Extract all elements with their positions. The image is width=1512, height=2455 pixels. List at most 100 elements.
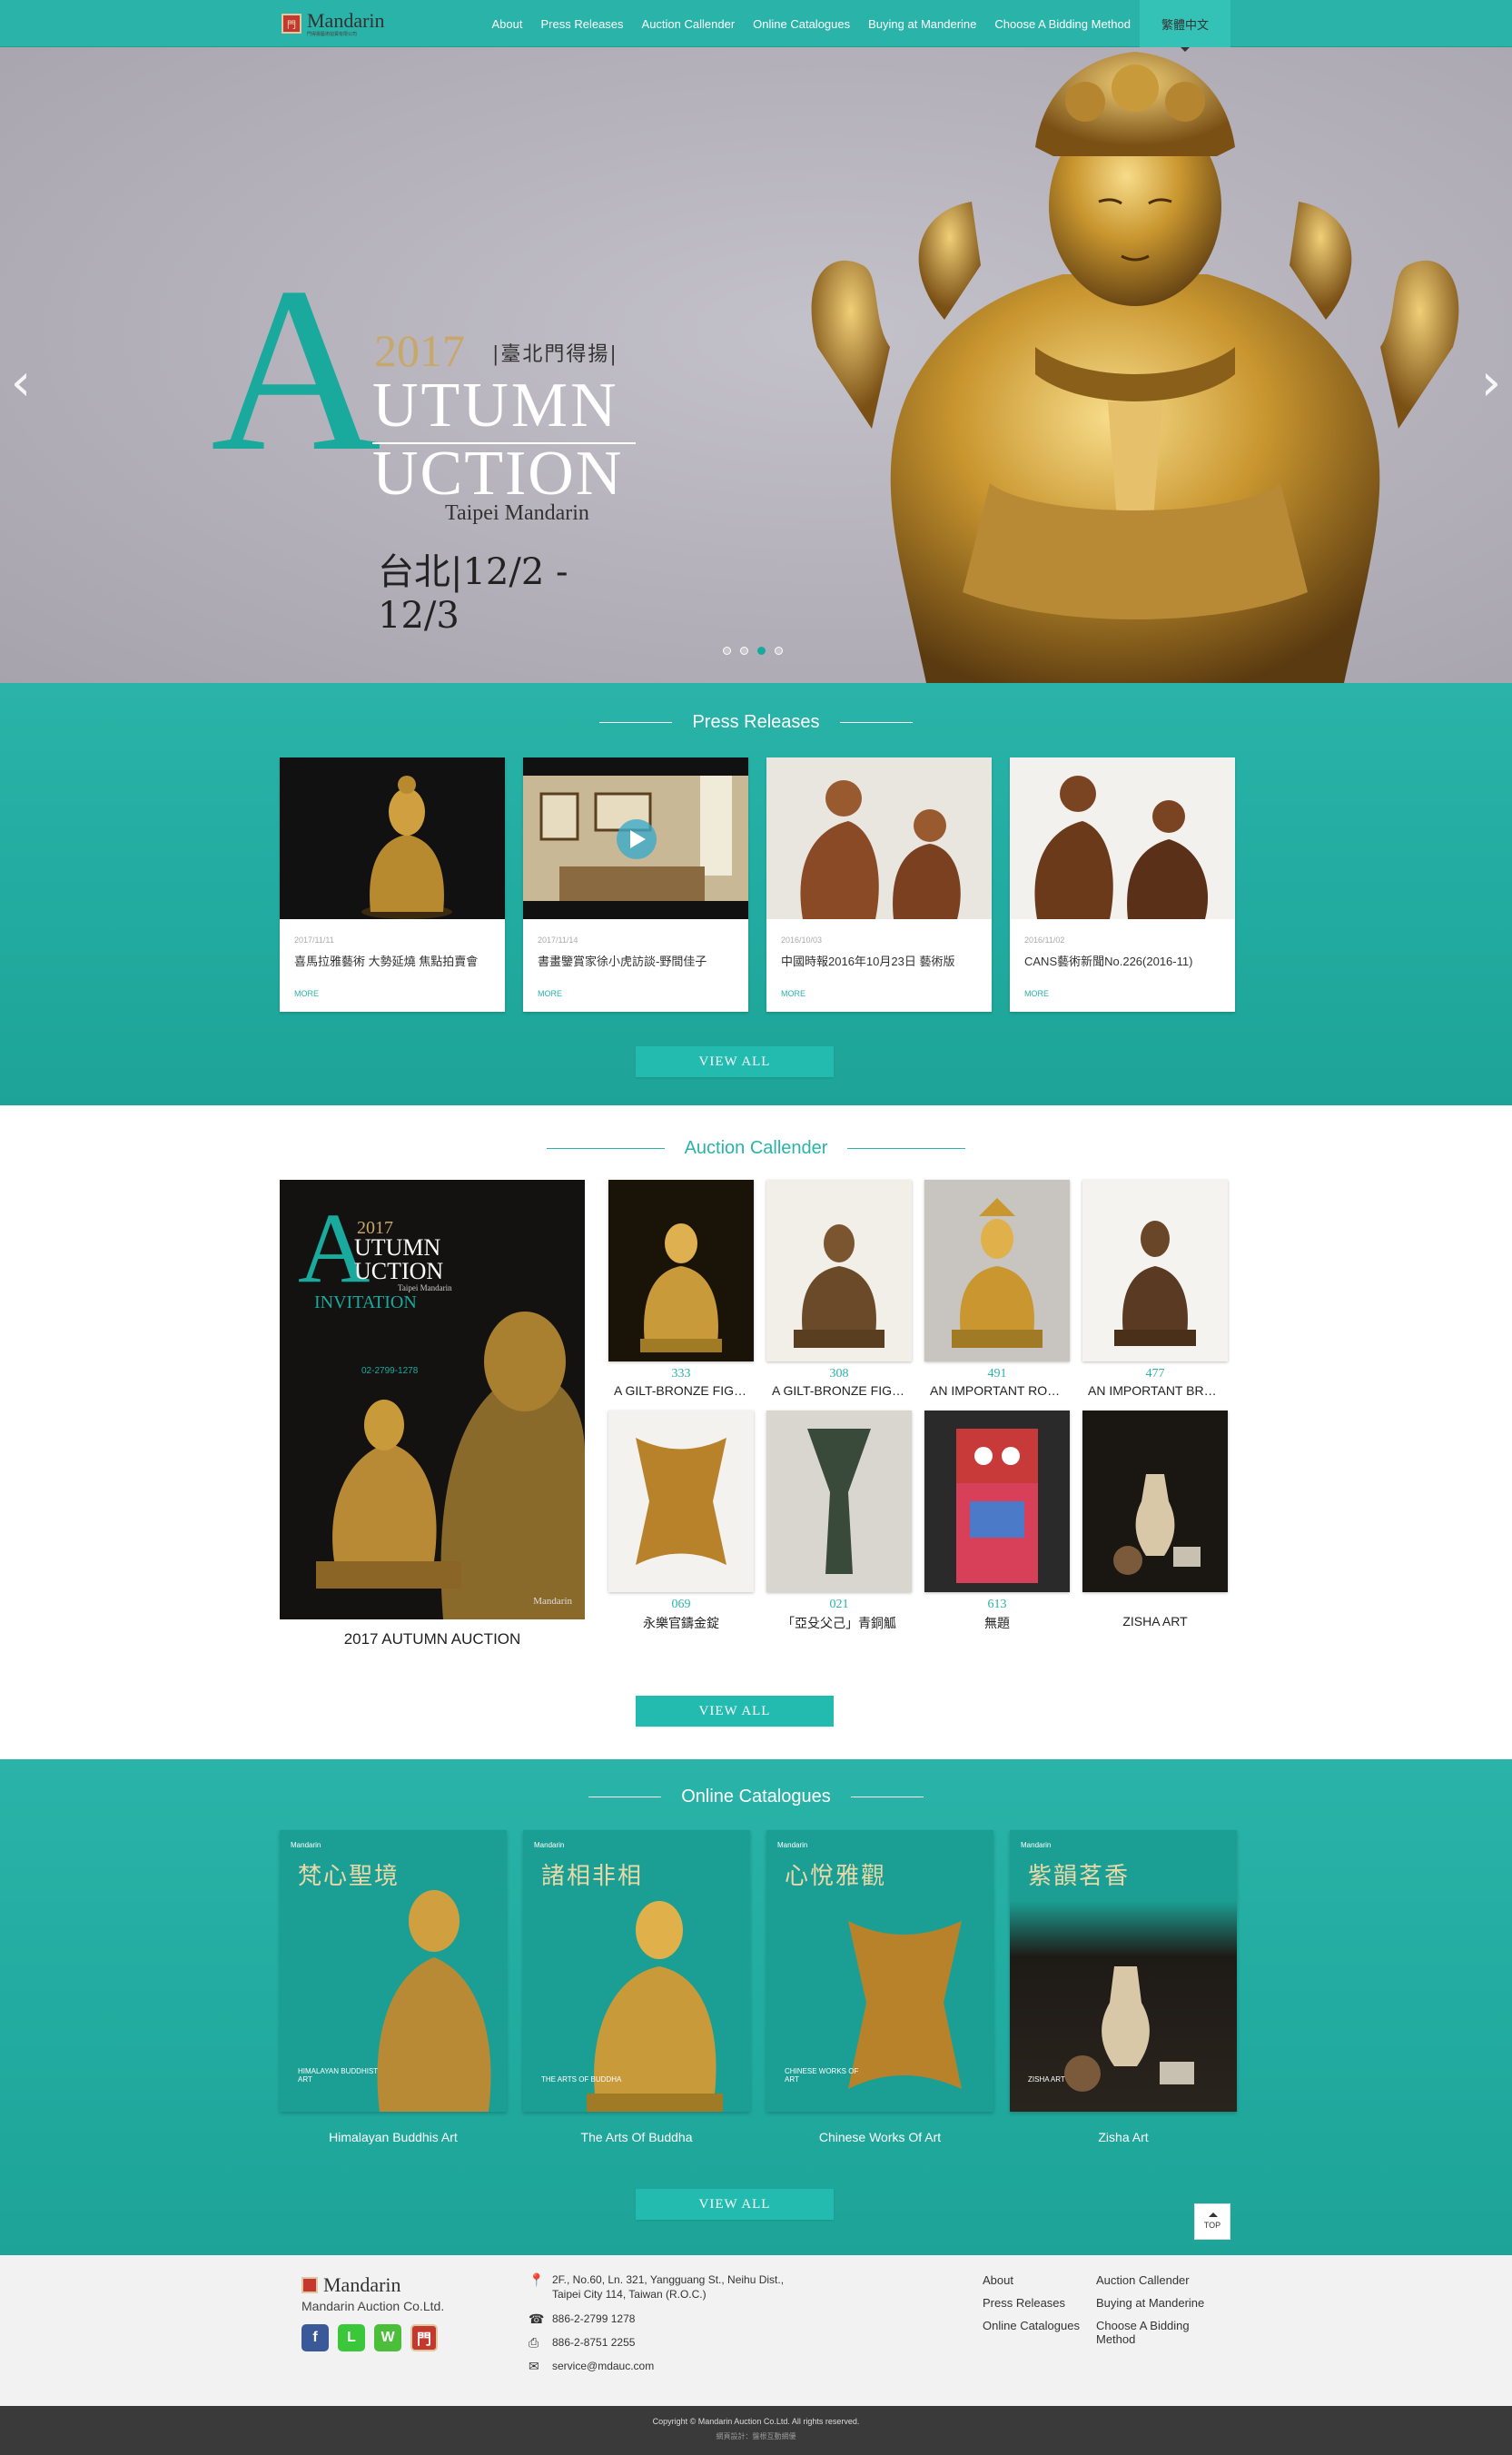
press-card[interactable]: 2016/10/03 中國時報2016年10月23日 藝術版 MORE — [766, 757, 992, 1012]
lot-number: 491 — [987, 1367, 1007, 1381]
lot-image — [924, 1411, 1070, 1592]
press-title: Press Releases — [692, 712, 820, 732]
press-date: 2016/10/03 — [781, 935, 823, 945]
press-view-all-button[interactable]: VIEW ALL — [636, 1046, 834, 1077]
lot-number: 021 — [829, 1598, 849, 1611]
footer-menu: About Auction Callender Press Releases B… — [983, 2273, 1210, 2346]
nav-auction-callender[interactable]: Auction Callender — [633, 17, 745, 31]
nav-online-catalogues[interactable]: Online Catalogues — [744, 17, 859, 31]
footer-link-auction-callender[interactable]: Auction Callender — [1096, 2273, 1210, 2287]
hero-zh-title: |臺北門得揚| — [492, 343, 618, 366]
nav-bidding-method[interactable]: Choose A Bidding Method — [985, 17, 1140, 31]
lot-item[interactable]: 308 A GILT-BRONZE FIGURE OF — [766, 1180, 912, 1398]
hero-slider[interactable]: ‹ › A 2017 |臺北門得揚| UTUMN UCTION Taipei M… — [0, 47, 1512, 683]
catalogue-caption[interactable]: Chinese Works Of Art — [766, 2130, 993, 2144]
catalogue-item[interactable]: Mandarin 諸相非相 THE ARTS OF BUDDHA The Art… — [523, 1830, 750, 2144]
catalogue-item[interactable]: Mandarin 梵心聖境 HIMALAYAN BUDDHIST ART Him… — [280, 1830, 507, 2144]
more-link[interactable]: MORE — [538, 989, 734, 998]
social-links: f L W 門 — [301, 2324, 444, 2351]
lot-item[interactable]: 333 A GILT-BRONZE FIGURE OF — [608, 1180, 754, 1398]
back-to-top-button[interactable]: TOP — [1194, 2203, 1230, 2240]
slider-dot[interactable] — [775, 647, 783, 655]
cover-title: 心悅雅觀 — [785, 1863, 887, 1890]
catalogues-view-all-button[interactable]: VIEW ALL — [636, 2189, 834, 2220]
facebook-icon[interactable]: f — [301, 2324, 329, 2351]
press-card[interactable]: 2017/11/11 喜馬拉雅藝術 大勢延燒 焦點拍賣會 MORE — [280, 757, 505, 1012]
line-icon[interactable]: L — [338, 2324, 365, 2351]
hero-date: 台北|12/2 - 12/3 — [378, 551, 568, 637]
catalogue-item[interactable]: Mandarin 紫韻茗香 ZISHA ART Zisha Art — [1010, 1830, 1237, 2144]
cover-brand: Mandarin — [777, 1841, 808, 1849]
online-catalogues-section: Online Catalogues Mandarin 梵心聖境 HIMALAYA… — [0, 1759, 1512, 2255]
poster-caption[interactable]: 2017 AUTUMN AUCTION — [280, 1630, 585, 1648]
footer-link-about[interactable]: About — [983, 2273, 1096, 2287]
catalogue-cover: Mandarin 諸相非相 THE ARTS OF BUDDHA — [523, 1830, 750, 2112]
nav-press-releases[interactable]: Press Releases — [531, 17, 632, 31]
lot-item[interactable]: 069 永樂官鑄金錠 — [608, 1411, 754, 1632]
cover-title: 梵心聖境 — [298, 1863, 400, 1890]
lot-grid: 333 A GILT-BRONZE FIGURE OF 308 A GILT-B… — [608, 1180, 1228, 1632]
more-link[interactable]: MORE — [1024, 989, 1220, 998]
footer-link-buying[interactable]: Buying at Manderine — [1096, 2296, 1210, 2310]
cover-title: 紫韻茗香 — [1028, 1863, 1131, 1890]
lot-item[interactable]: 613 無題 — [924, 1411, 1070, 1632]
lot-number: 613 — [987, 1598, 1007, 1611]
catalogue-item[interactable]: Mandarin 心悅雅觀 CHINESE WORKS OF ART Chine… — [766, 1830, 993, 2144]
slider-dot-active[interactable] — [757, 647, 766, 655]
mail-icon: ✉ — [529, 2359, 539, 2374]
lot-number: 069 — [671, 1598, 691, 1611]
cover-subtitle: CHINESE WORKS OF ART — [785, 2066, 859, 2084]
lot-item[interactable]: 021 「亞殳父己」青銅觚 — [766, 1411, 912, 1632]
catalogue-caption[interactable]: Himalayan Buddhis Art — [280, 2130, 507, 2144]
nav-about[interactable]: About — [483, 17, 532, 31]
catalogue-cover: Mandarin 梵心聖境 HIMALAYAN BUDDHIST ART — [280, 1830, 507, 2112]
calendar-view-all-button[interactable]: VIEW ALL — [636, 1696, 834, 1727]
lot-image — [766, 1411, 912, 1592]
slider-dot[interactable] — [723, 647, 731, 655]
more-link[interactable]: MORE — [781, 989, 977, 998]
press-date: 2017/11/14 — [538, 935, 578, 945]
footer-link-press[interactable]: Press Releases — [983, 2296, 1096, 2310]
footer-tel: 886-2-2799 1278 — [552, 2312, 636, 2326]
hero-prev-arrow[interactable]: ‹ — [7, 356, 35, 411]
catalogue-caption[interactable]: Zisha Art — [1010, 2130, 1237, 2144]
press-photo — [523, 757, 748, 919]
nav-buying[interactable]: Buying at Manderine — [859, 17, 985, 31]
footer-brand: Mandarin — [323, 2273, 401, 2296]
catalogue-caption[interactable]: The Arts Of Buddha — [523, 2130, 750, 2144]
section-heading: Online Catalogues — [0, 1787, 1512, 1807]
lot-item[interactable]: ZISHA ART — [1082, 1411, 1228, 1632]
wechat-icon[interactable]: W — [374, 2324, 401, 2351]
press-headline[interactable]: 書畫鑒賞家徐小虎訪談-野間佳子 — [538, 952, 734, 969]
design-credit[interactable]: 網頁設計：盤根互動網優 — [0, 2431, 1512, 2441]
press-headline[interactable]: 中國時報2016年10月23日 藝術版 — [781, 952, 977, 969]
top-nav: 門 Mandarin 門得揚藝術拍賣有限公司 About Press Relea… — [0, 0, 1512, 52]
footer-email[interactable]: service@mdauc.com — [552, 2360, 654, 2372]
footer-link-catalogues[interactable]: Online Catalogues — [983, 2319, 1096, 2346]
lot-caption: AN IMPORTANT BRONZE — [1088, 1383, 1228, 1398]
slider-dot[interactable] — [740, 647, 748, 655]
lot-item[interactable]: 491 AN IMPORTANT ROYAL GILT — [924, 1180, 1070, 1398]
press-card[interactable]: 2017/11/14 書畫鑒賞家徐小虎訪談-野間佳子 MORE — [523, 757, 748, 1012]
more-link[interactable]: MORE — [294, 989, 490, 998]
hero-next-arrow[interactable]: › — [1477, 356, 1505, 411]
poster-line2: UCTION — [354, 1258, 444, 1284]
lot-number: 477 — [1145, 1367, 1165, 1381]
language-switch[interactable]: 繁體中文 — [1139, 0, 1230, 52]
footer-fax: 886-2-8751 2255 — [552, 2336, 636, 2350]
lot-image — [608, 1180, 754, 1361]
press-headline[interactable]: CANS藝術新聞No.226(2016-11) — [1024, 952, 1220, 969]
lot-caption: AN IMPORTANT ROYAL GILT — [930, 1383, 1070, 1398]
hero-autumn: UTUMN — [372, 371, 619, 441]
lot-caption: A GILT-BRONZE FIGURE OF — [772, 1383, 912, 1398]
press-headline[interactable]: 喜馬拉雅藝術 大勢延燒 焦點拍賣會 — [294, 952, 490, 969]
lot-item[interactable]: 477 AN IMPORTANT BRONZE — [1082, 1180, 1228, 1398]
cover-brand: Mandarin — [534, 1841, 565, 1849]
press-card[interactable]: 2016/11/02 CANS藝術新聞No.226(2016-11) MORE — [1010, 757, 1235, 1012]
hero-auction: UCTION — [372, 439, 624, 509]
auction-poster[interactable]: A 2017 UTUMN UCTION Taipei Mandarin INVI… — [280, 1180, 585, 1619]
lot-caption: 無題 — [984, 1616, 1010, 1630]
site-logo[interactable]: 門 Mandarin 門得揚藝術拍賣有限公司 — [282, 10, 385, 37]
weibo-seal-icon[interactable]: 門 — [410, 2324, 438, 2351]
footer-link-bidding[interactable]: Choose A Bidding Method — [1096, 2319, 1210, 2346]
